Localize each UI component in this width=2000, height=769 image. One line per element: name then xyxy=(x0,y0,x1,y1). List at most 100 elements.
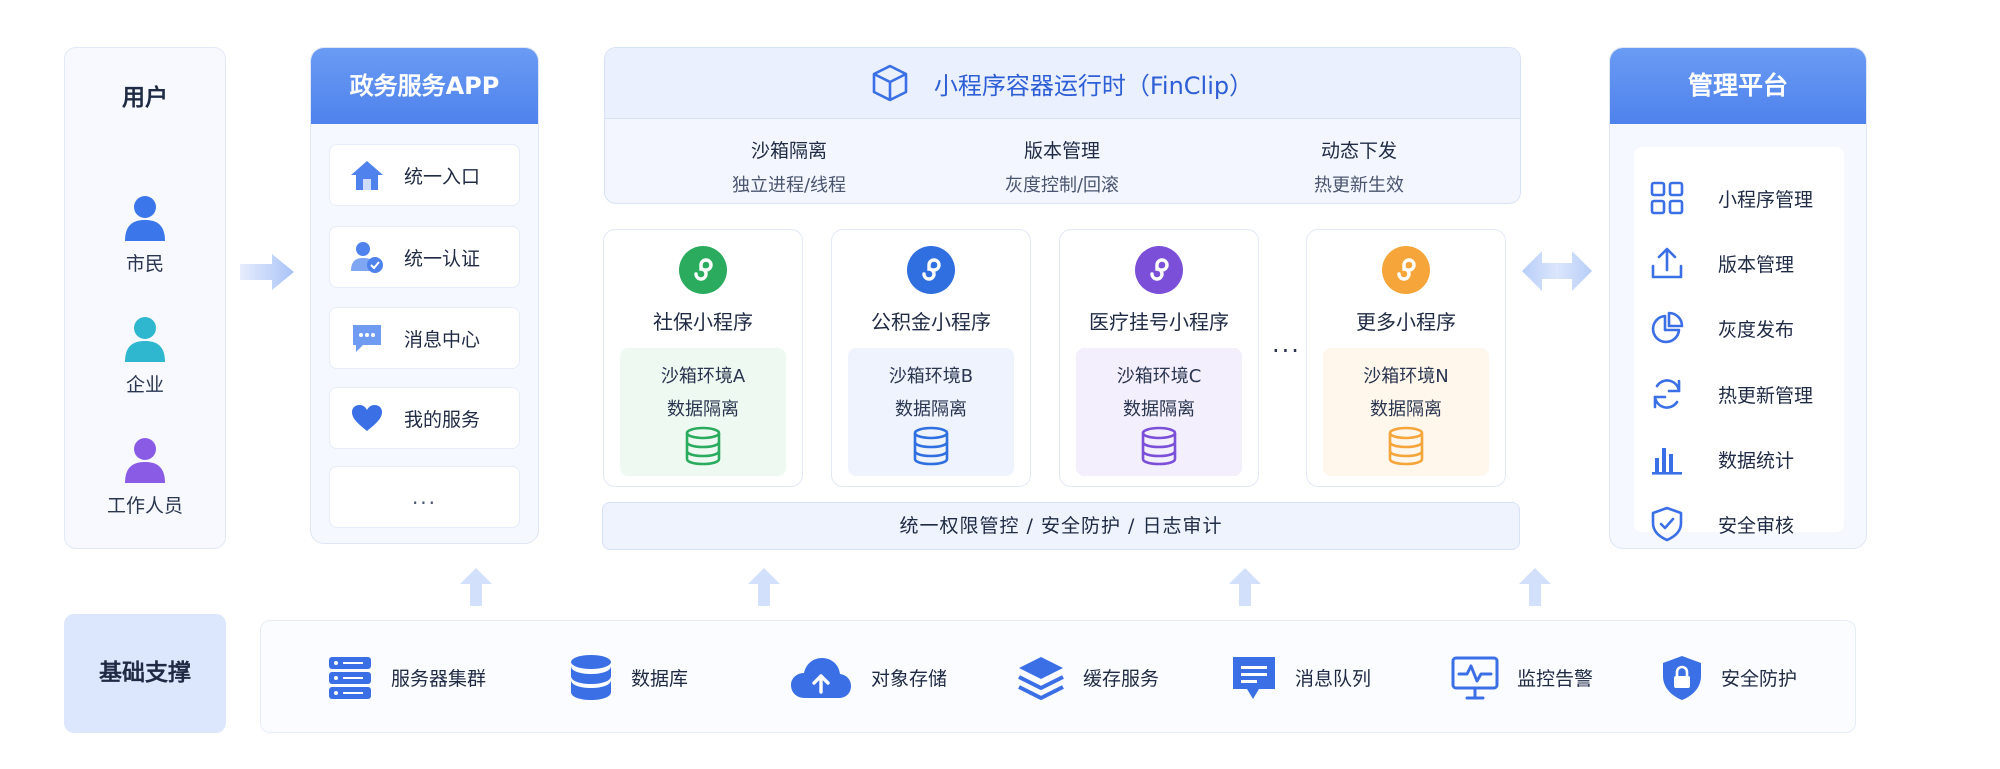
cloud-upload-icon xyxy=(791,657,851,698)
app-item-messages[interactable]: 消息中心 xyxy=(329,307,520,369)
feature-desc: 独立进程/线程 xyxy=(731,175,847,196)
infra-item-database: 数据库 xyxy=(569,621,688,734)
sandbox-box: 沙箱环境B 数据隔离 xyxy=(848,348,1014,476)
app-item-label: 统一入口 xyxy=(404,165,481,188)
mini-program-card[interactable]: 医疗挂号小程序 沙箱环境C 数据隔离 xyxy=(1059,229,1259,487)
user-label: 企业 xyxy=(125,374,164,396)
mgmt-item-label: 版本管理 xyxy=(1718,253,1795,276)
app-more-label: ... xyxy=(411,485,438,509)
arrow-right-icon xyxy=(240,252,294,292)
mini-program-logo-icon xyxy=(1382,246,1430,294)
feature-desc: 热更新生效 xyxy=(1314,175,1404,196)
layers-icon xyxy=(1018,656,1064,700)
monitor-icon xyxy=(1451,656,1499,699)
arrow-up-icon xyxy=(748,568,780,606)
app-item-auth[interactable]: 统一认证 xyxy=(329,226,520,288)
arrow-up-icon xyxy=(1519,568,1551,606)
app-panel: 政务服务APP 统一入口 统一认证 消息中心 我的服务 ... xyxy=(310,47,539,544)
mini-program-logo-icon xyxy=(679,246,727,294)
sandbox-isolation: 数据隔离 xyxy=(1123,399,1195,420)
runtime-title: 小程序容器运行时（FinClip） xyxy=(933,71,1254,100)
heart-icon xyxy=(352,405,382,431)
mini-program-card[interactable]: 更多小程序 沙箱环境N 数据隔离 xyxy=(1306,229,1506,487)
user-citizen: 市民 xyxy=(65,195,225,276)
mini-program-logo-icon xyxy=(1135,246,1183,294)
sandbox-name: 沙箱环境N xyxy=(1363,366,1449,387)
shield-lock-icon xyxy=(1663,655,1701,700)
database-icon xyxy=(1141,426,1177,466)
feature-name: 沙箱隔离 xyxy=(750,140,827,162)
unified-control-bar: 统一权限管控 / 安全防护 / 日志审计 xyxy=(602,502,1520,550)
mini-program-name: 医疗挂号小程序 xyxy=(1089,310,1229,334)
mgmt-item-security-review[interactable]: 安全审核 xyxy=(1634,504,1844,544)
mgmt-item-gray-release[interactable]: 灰度发布 xyxy=(1634,308,1844,348)
person-icon xyxy=(125,438,165,483)
double-arrow-icon xyxy=(1522,249,1592,293)
app-item-label: 消息中心 xyxy=(404,328,481,351)
runtime-panel: 小程序容器运行时（FinClip） 沙箱隔离 独立进程/线程 版本管理 灰度控制… xyxy=(604,47,1521,204)
database-icon xyxy=(913,426,949,466)
app-item-more[interactable]: ... xyxy=(329,466,520,528)
mini-program-card[interactable]: 公积金小程序 沙箱环境B 数据隔离 xyxy=(831,229,1031,487)
management-title: 管理平台 xyxy=(1610,48,1866,124)
mgmt-item-versions[interactable]: 版本管理 xyxy=(1634,243,1844,283)
user-enterprise: 企业 xyxy=(65,316,225,397)
sandbox-name: 沙箱环境C xyxy=(1116,366,1202,387)
mini-program-card[interactable]: 社保小程序 沙箱环境A 数据隔离 xyxy=(603,229,803,487)
mgmt-item-label: 小程序管理 xyxy=(1718,188,1814,211)
infra-item-cache: 缓存服务 xyxy=(1017,621,1159,734)
feature-desc: 灰度控制/回滚 xyxy=(1004,175,1120,196)
app-item-entry[interactable]: 统一入口 xyxy=(329,144,520,206)
infra-item-monitoring: 监控告警 xyxy=(1451,621,1593,734)
mgmt-item-label: 灰度发布 xyxy=(1718,318,1795,341)
infra-item-label: 服务器集群 xyxy=(391,668,487,690)
grid-icon xyxy=(1650,181,1684,215)
mini-program-logo-icon xyxy=(907,246,955,294)
shield-check-icon xyxy=(1651,506,1683,542)
upload-icon xyxy=(1651,247,1683,279)
mgmt-item-label: 数据统计 xyxy=(1718,449,1795,472)
mgmt-item-hot-update[interactable]: 热更新管理 xyxy=(1634,374,1844,414)
message-queue-icon xyxy=(1233,656,1275,699)
management-list: 小程序管理 版本管理 灰度发布 热更新管理 数据统计 安全审核 xyxy=(1634,147,1844,542)
mini-program-name: 公积金小程序 xyxy=(871,310,991,334)
person-icon xyxy=(125,317,165,362)
infra-item-label: 监控告警 xyxy=(1517,668,1594,690)
app-item-label: 统一认证 xyxy=(404,247,481,270)
arrow-up-icon xyxy=(460,568,492,606)
database-icon xyxy=(571,654,611,700)
infra-panel: 服务器集群 数据库 对象存储 缓存服务 消息队列 监控告警 安全防护 xyxy=(260,620,1856,733)
runtime-header: 小程序容器运行时（FinClip） xyxy=(605,48,1520,119)
cube-icon xyxy=(872,64,908,102)
app-item-my-services[interactable]: 我的服务 xyxy=(329,387,520,449)
feature-name: 动态下发 xyxy=(1320,140,1397,162)
mini-program-name: 更多小程序 xyxy=(1356,310,1456,334)
mgmt-item-label: 安全审核 xyxy=(1718,514,1795,537)
infra-item-servers: 服务器集群 xyxy=(327,621,486,734)
user-label: 市民 xyxy=(125,253,164,275)
refresh-icon xyxy=(1653,379,1681,409)
arrow-up-icon xyxy=(1229,568,1261,606)
mgmt-item-statistics[interactable]: 数据统计 xyxy=(1634,439,1844,479)
users-title: 用户 xyxy=(122,85,168,111)
sandbox-name: 沙箱环境A xyxy=(660,366,746,387)
sandbox-box: 沙箱环境N 数据隔离 xyxy=(1323,348,1489,476)
infra-item-object-storage: 对象存储 xyxy=(789,621,947,734)
infra-item-message-queue: 消息队列 xyxy=(1231,621,1371,734)
sandbox-isolation: 数据隔离 xyxy=(895,399,967,420)
users-panel: 用户 市民 企业 工作人员 xyxy=(64,47,226,549)
sandbox-name: 沙箱环境B xyxy=(888,366,974,387)
infra-item-security: 安全防护 xyxy=(1661,621,1797,734)
runtime-feature: 版本管理 灰度控制/回滚 xyxy=(932,136,1192,197)
sandbox-isolation: 数据隔离 xyxy=(1370,399,1442,420)
app-title: 政务服务APP xyxy=(311,48,538,124)
infra-item-label: 缓存服务 xyxy=(1083,668,1160,690)
runtime-feature: 动态下发 热更新生效 xyxy=(1229,136,1489,197)
sandbox-box: 沙箱环境C 数据隔离 xyxy=(1076,348,1242,476)
mini-program-name: 社保小程序 xyxy=(653,310,753,334)
mgmt-item-mini-programs[interactable]: 小程序管理 xyxy=(1634,178,1844,218)
runtime-feature: 沙箱隔离 独立进程/线程 xyxy=(659,136,919,197)
user-label: 工作人员 xyxy=(106,495,183,517)
person-icon xyxy=(125,196,165,241)
mgmt-item-label: 热更新管理 xyxy=(1718,384,1814,407)
